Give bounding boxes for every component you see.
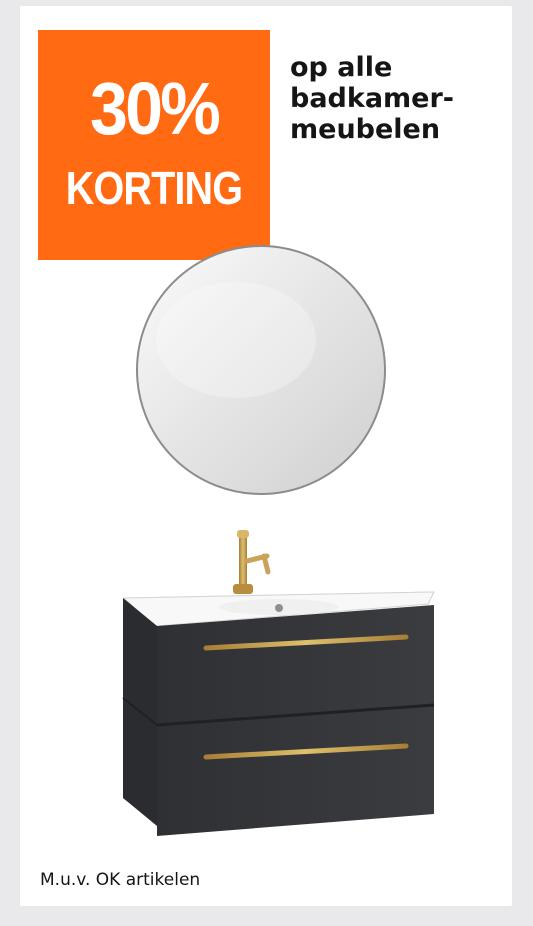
bathroom-furniture-illustration bbox=[122, 245, 435, 836]
headline: op alle badkamer- meubelen bbox=[290, 52, 500, 145]
discount-word: KORTING bbox=[65, 162, 243, 214]
round-mirror-icon bbox=[136, 245, 386, 495]
vanity-cabinet-icon bbox=[122, 591, 435, 836]
headline-line-3: meubelen bbox=[290, 114, 441, 145]
headline-line-2: badkamer- bbox=[290, 83, 455, 114]
headline-line-1: op alle bbox=[290, 52, 393, 83]
exclusion-note: M.u.v. OK artikelen bbox=[40, 870, 201, 890]
gold-faucet-icon bbox=[233, 530, 271, 594]
discount-badge: 30% KORTING bbox=[38, 30, 270, 260]
discount-percent: 30% bbox=[90, 67, 221, 150]
promo-card: 30% KORTING op alle badkamer- meubelen M… bbox=[20, 6, 512, 906]
